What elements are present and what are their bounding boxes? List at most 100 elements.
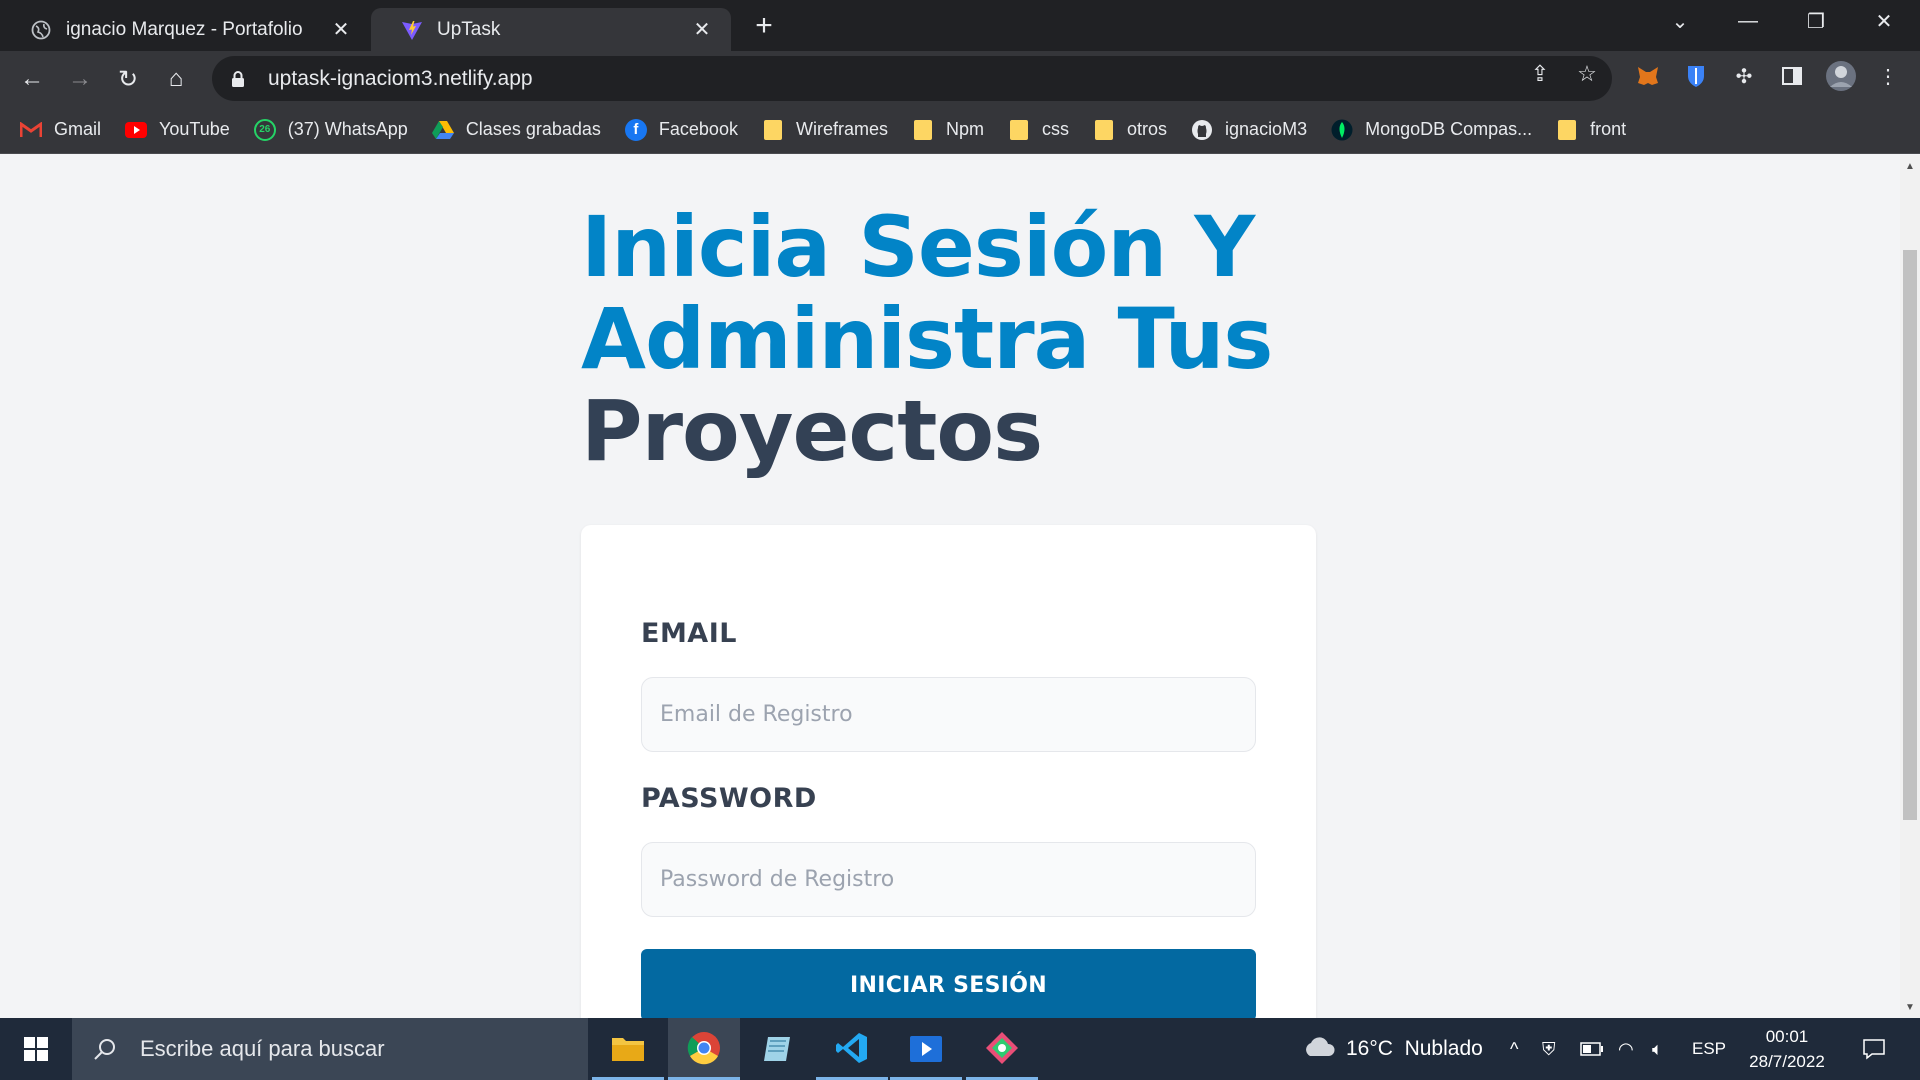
forward-arrow-icon[interactable]: → [60, 59, 100, 99]
taskbar-search-box[interactable]: Escribe aquí para buscar [72, 1018, 588, 1080]
media-player-icon[interactable] [890, 1018, 962, 1080]
lock-icon [228, 70, 248, 88]
bookmark-gmail[interactable]: Gmail [20, 119, 101, 141]
tab-close-icon[interactable]: ✕ [326, 15, 356, 45]
bookmark-label: front [1590, 119, 1627, 139]
bookmark-label: MongoDB Compas... [1365, 119, 1533, 139]
bookmark-github[interactable]: ignacioM3 [1191, 119, 1307, 141]
heading-line: Proyectos [581, 382, 1043, 480]
side-panel-icon[interactable] [1778, 62, 1806, 90]
heading-line: Administra Tus [581, 290, 1273, 388]
close-window-icon[interactable]: ✕ [1850, 0, 1918, 42]
show-hidden-icons-chevron-icon[interactable]: ^ [1510, 1018, 1518, 1080]
vscode-icon[interactable] [816, 1018, 888, 1080]
file-explorer-icon[interactable] [592, 1018, 664, 1080]
extensions-puzzle-icon[interactable]: ✣ [1730, 62, 1758, 90]
bookmark-label: Facebook [658, 119, 738, 139]
snip-tool-icon[interactable] [966, 1018, 1038, 1080]
tab-title: ignacio Marquez - Portafolio [66, 18, 303, 40]
password-label: PASSWORD [641, 783, 817, 814]
weather-text: 16°C Nublado [1346, 1037, 1483, 1060]
taskbar-clock[interactable]: 00:01 28/7/2022 [1732, 1024, 1842, 1074]
windows-taskbar: Escribe aquí para buscar 16°C Nublado ^ … [0, 1018, 1920, 1080]
bookmark-otros[interactable]: otros [1093, 119, 1167, 141]
bookmark-label: ignacioM3 [1225, 119, 1308, 139]
google-drive-icon [431, 119, 454, 141]
tab-search-chevron-icon[interactable]: ⌄ [1646, 0, 1714, 42]
whatsapp-icon: 26 [253, 118, 276, 141]
bookmark-whatsapp[interactable]: 26 (37) WhatsApp [253, 118, 408, 141]
bookmark-front[interactable]: front [1556, 119, 1626, 141]
url-text: uptask-ignaciom3.netlify.app [268, 66, 533, 90]
chrome-menu-icon[interactable]: ⋮ [1874, 62, 1902, 90]
bookmark-facebook[interactable]: f Facebook [624, 118, 738, 141]
clock-date: 28/7/2022 [1749, 1052, 1825, 1071]
login-form: EMAIL PASSWORD INICIAR SESIÓN [581, 525, 1316, 1018]
bookmark-label: otros [1127, 119, 1168, 139]
heading-line: Inicia Sesión Y [581, 198, 1255, 296]
tab-uptask[interactable]: UpTask ✕ [371, 8, 731, 51]
bookmark-label: Clases grabadas [465, 119, 601, 139]
bookmark-label: Npm [945, 119, 984, 139]
search-placeholder: Escribe aquí para buscar [140, 1036, 385, 1061]
reload-icon[interactable]: ↻ [108, 59, 148, 99]
bookmark-label: Gmail [54, 119, 102, 139]
wifi-icon[interactable]: ◠ [1618, 1018, 1634, 1080]
share-icon[interactable]: ⇪ [1525, 59, 1555, 89]
vite-icon [401, 19, 423, 41]
back-arrow-icon[interactable]: ← [12, 59, 52, 99]
facebook-icon: f [624, 118, 647, 141]
password-field[interactable] [641, 842, 1256, 917]
globe-icon [30, 19, 52, 41]
star-bookmark-icon[interactable]: ☆ [1572, 59, 1602, 89]
bookmark-npm[interactable]: Npm [912, 119, 984, 141]
profile-avatar[interactable] [1824, 59, 1858, 93]
minimize-icon[interactable]: — [1714, 0, 1782, 42]
tab-portfolio[interactable]: ignacio Marquez - Portafolio ✕ [0, 8, 370, 51]
home-icon[interactable]: ⌂ [156, 59, 196, 99]
youtube-icon [125, 119, 148, 141]
security-tray-icon[interactable]: ⛨ [1542, 1018, 1556, 1080]
clock-time: 00:01 [1765, 1027, 1809, 1046]
notepad-app-icon[interactable] [742, 1018, 814, 1080]
scroll-up-arrow-icon[interactable]: ▲ [1900, 159, 1920, 173]
tab-close-icon[interactable]: ✕ [687, 15, 717, 45]
windows-start-icon[interactable] [0, 1018, 72, 1080]
new-tab-plus-icon[interactable]: + [748, 9, 780, 42]
weather-widget[interactable]: 16°C Nublado [1302, 1018, 1483, 1080]
bookmark-label: Wireframes [795, 119, 888, 139]
scroll-down-arrow-icon[interactable]: ▼ [1900, 1000, 1920, 1014]
browser-tab-strip: ignacio Marquez - Portafolio ✕ UpTask ✕ … [0, 0, 1920, 51]
bookmark-label: (37) WhatsApp [287, 119, 408, 139]
bookmark-youtube[interactable]: YouTube [125, 119, 230, 141]
browser-toolbar: ← → ↻ ⌂ uptask-ignaciom3.netlify.app ⇪ ☆… [0, 51, 1920, 106]
bookmarks-bar: Gmail YouTube 26 (37) WhatsApp Clases gr… [0, 106, 1920, 154]
bookmark-label: YouTube [159, 119, 230, 139]
bookmark-css[interactable]: css [1008, 119, 1069, 141]
notification-center-icon[interactable] [1848, 1018, 1900, 1080]
language-indicator[interactable]: ESP [1692, 1018, 1726, 1080]
bitwarden-extension-icon[interactable] [1682, 62, 1710, 90]
page-viewport: Inicia Sesión Y Administra Tus Proyectos… [0, 155, 1900, 1018]
email-field[interactable] [641, 677, 1256, 752]
battery-icon[interactable] [1580, 1018, 1604, 1080]
page-title: Inicia Sesión Y Administra Tus Proyectos [581, 201, 1341, 477]
metamask-extension-icon[interactable] [1634, 62, 1662, 90]
folder-icon [1556, 119, 1578, 141]
restore-icon[interactable]: ❐ [1782, 0, 1850, 42]
bookmark-clases-grabadas[interactable]: Clases grabadas [431, 119, 601, 141]
mongodb-icon [1331, 119, 1353, 141]
address-bar[interactable]: uptask-ignaciom3.netlify.app [212, 56, 1612, 101]
search-icon [90, 1037, 120, 1061]
bookmark-mongodb[interactable]: MongoDB Compas... [1331, 119, 1532, 141]
github-icon [1191, 119, 1213, 141]
page-scrollbar[interactable]: ▲ ▼ [1900, 155, 1920, 1018]
chrome-icon[interactable] [668, 1018, 740, 1080]
scrollbar-thumb[interactable] [1903, 250, 1917, 820]
volume-icon[interactable]: 🔈︎ [1652, 1018, 1663, 1080]
gmail-icon [20, 119, 42, 141]
folder-icon [1008, 119, 1030, 141]
login-submit-button[interactable]: INICIAR SESIÓN [641, 949, 1256, 1018]
bookmark-wireframes[interactable]: Wireframes [762, 119, 888, 141]
bookmark-label: css [1042, 119, 1069, 139]
